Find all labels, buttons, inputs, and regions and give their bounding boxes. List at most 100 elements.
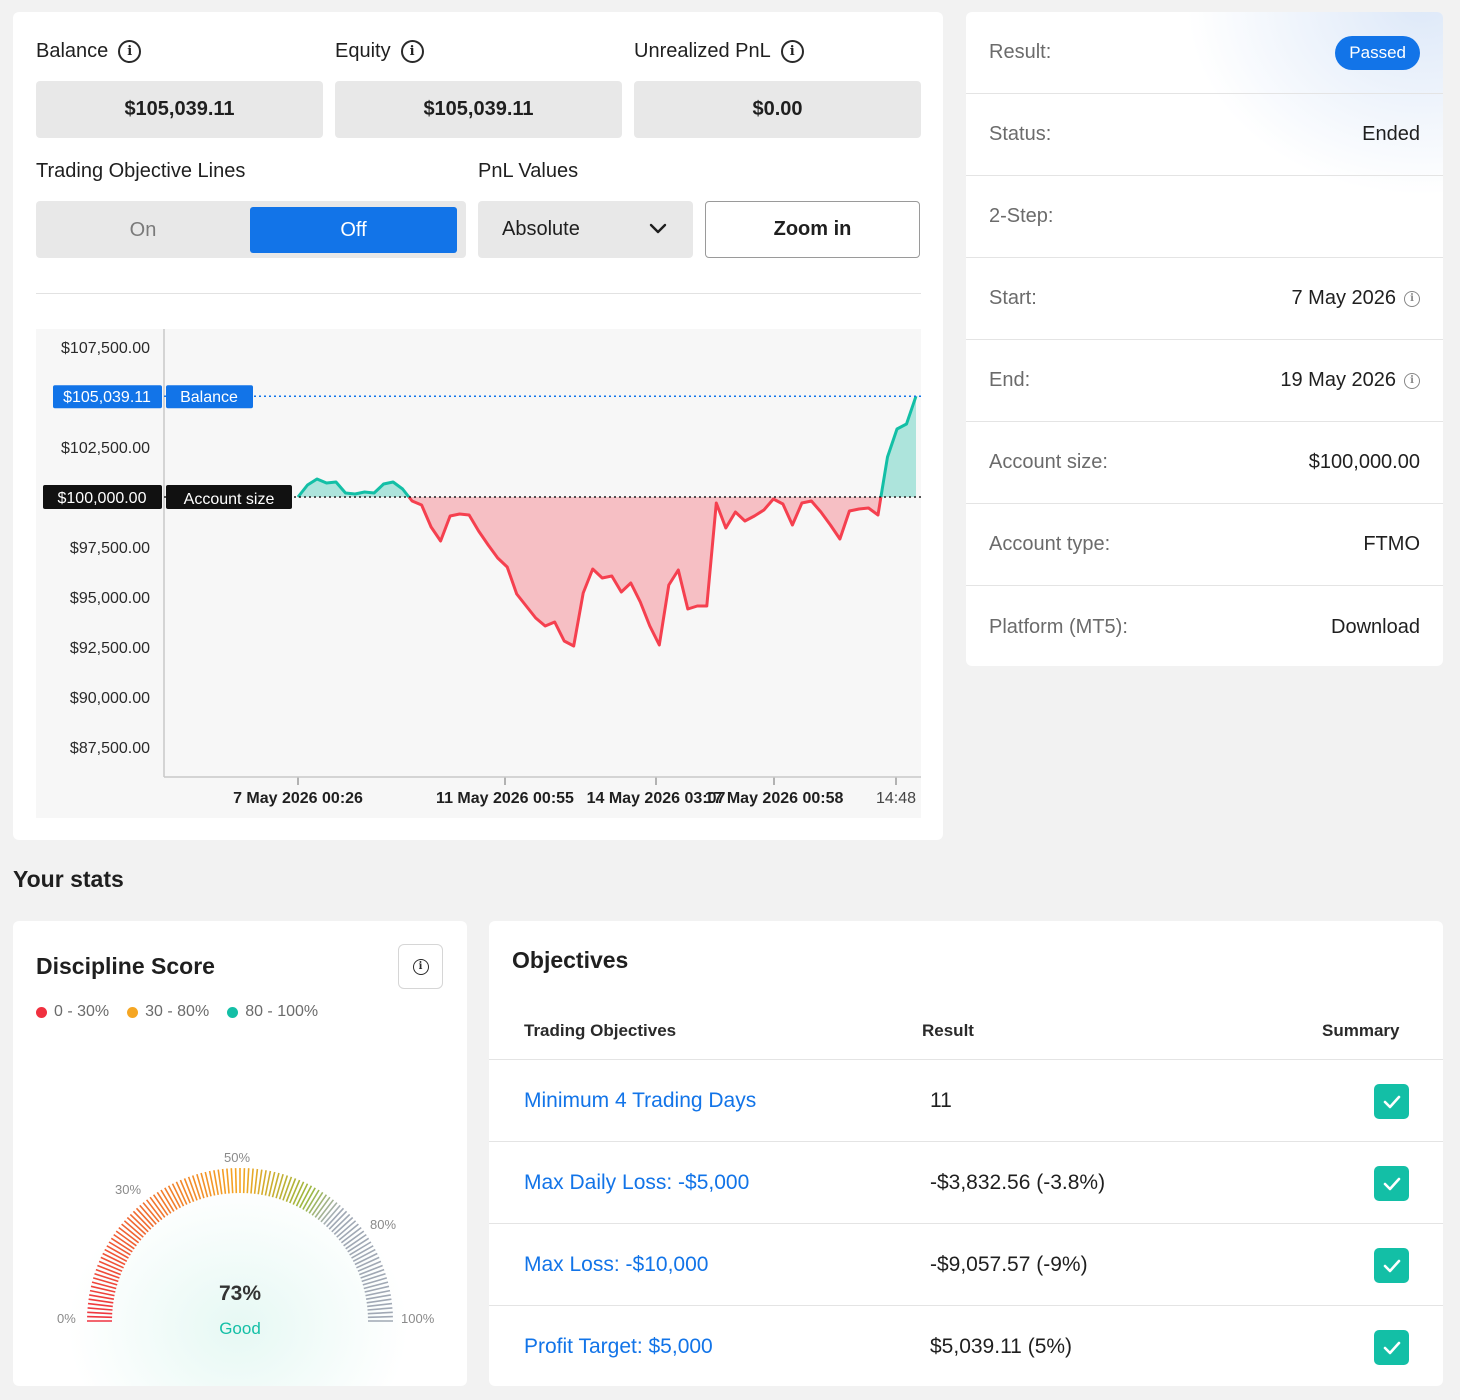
gauge-tick: [282, 1176, 293, 1201]
table-row: Max Daily Loss: -$5,000 -$3,832.56 (-3.8…: [489, 1141, 1443, 1223]
y-tick-label: $87,500.00: [70, 740, 150, 757]
discipline-info-button[interactable]: i: [398, 944, 443, 989]
balance-chart[interactable]: $107,500.00 $102,500.00 $97,500.00 $95,000.…: [36, 329, 921, 818]
gauge-tick: [360, 1268, 385, 1279]
gauge-tick: [250, 1168, 254, 1194]
gauge-tick: [213, 1170, 219, 1196]
start-row: Start: 7 May 2026 i: [966, 258, 1443, 340]
info-icon[interactable]: i: [118, 40, 142, 63]
balance-label-group: Balance i: [36, 40, 142, 63]
header-objectives: Trading Objectives: [524, 1021, 677, 1040]
gauge-tick: [191, 1175, 202, 1200]
gauge-tick: [95, 1268, 120, 1279]
gauge-tick: [87, 1307, 113, 1311]
objective-link[interactable]: Profit Target: $5,000: [524, 1306, 713, 1388]
toggle-off-button[interactable]: Off: [250, 207, 457, 253]
check-icon: [1374, 1330, 1409, 1365]
table-row: Profit Target: $5,000 $5,039.11 (5%): [489, 1305, 1443, 1387]
y-tick-label: $102,500.00: [61, 440, 150, 457]
gauge-tick: [246, 1168, 250, 1194]
gauge-tick: [187, 1176, 198, 1201]
y-tick-label: $107,500.00: [61, 340, 150, 357]
gauge-tick: [278, 1175, 289, 1200]
objective-link[interactable]: Max Loss: -$10,000: [524, 1224, 708, 1306]
score-rating: Good: [219, 1319, 261, 1338]
account-marker-name: Account size: [184, 491, 275, 508]
gauge-tick: [230, 1168, 234, 1194]
unrealized-label-group: Unrealized PnL i: [634, 40, 804, 63]
gauge-tick: [221, 1168, 227, 1194]
legend-mid-text: 30 - 80%: [145, 1003, 210, 1020]
table-row: Max Loss: -$10,000 -$9,057.57 (-9%): [489, 1223, 1443, 1305]
check-icon: [1374, 1166, 1409, 1201]
discipline-score-card: Discipline Score i 0 - 30% 30 - 80% 80 -…: [13, 921, 467, 1386]
legend-low-text: 0 - 30%: [54, 1003, 110, 1020]
legend-mid: 30 - 80%: [127, 1003, 209, 1021]
end-key: End:: [989, 369, 1031, 391]
chevron-down-icon: [649, 218, 667, 241]
end-value: 19 May 2026: [1280, 369, 1396, 391]
gauge-tick: [226, 1168, 230, 1194]
gauge-tick: [242, 1168, 246, 1194]
objective-lines-toggle: On Off: [36, 201, 466, 258]
gauge-tick: [183, 1178, 195, 1202]
objective-result: 11: [930, 1089, 952, 1112]
objective-result: $5,039.11 (5%): [930, 1335, 1073, 1358]
gauge-tick: [367, 1315, 393, 1319]
status-value: Ended: [1362, 123, 1420, 145]
toggle-on-button[interactable]: On: [40, 207, 246, 253]
gauge-tick: [367, 1307, 393, 1311]
info-icon: i: [412, 958, 429, 975]
zoom-in-button[interactable]: Zoom in: [705, 201, 920, 258]
pnl-values-label: PnL Values: [478, 160, 579, 182]
x-tick-label: 11 May 2026 00:55: [436, 790, 574, 807]
pnl-values-selected: Absolute: [502, 218, 580, 240]
x-tick-label: 14:48: [876, 790, 916, 807]
start-key: Start:: [989, 287, 1037, 309]
platform-download-link[interactable]: Download: [1331, 616, 1420, 639]
gauge-tick: [261, 1170, 267, 1196]
legend-high-text: 80 - 100%: [245, 1003, 319, 1020]
gauge-tick: [97, 1264, 121, 1276]
objective-result: -$9,057.57 (-9%): [930, 1253, 1088, 1276]
platform-key: Platform (MT5):: [989, 615, 1128, 638]
gauge-tick: [87, 1315, 113, 1319]
equity-value: $105,039.11: [335, 81, 622, 138]
end-row: End: 19 May 2026 i: [966, 340, 1443, 422]
balance-marker-value: $105,039.11: [63, 389, 151, 406]
y-tick-label: $97,500.00: [70, 540, 150, 557]
account-info-card: Result: Passed Status: Ended 2-Step: Sta…: [966, 12, 1443, 666]
gauge-tick: [253, 1168, 259, 1194]
balance-label: Balance: [36, 40, 109, 62]
account-chart-card: Balance i Equity i Unrealized PnL i $105…: [13, 12, 943, 840]
legend-dot-teal: [227, 1006, 239, 1018]
gauge-tick: [367, 1311, 393, 1315]
objective-link[interactable]: Max Daily Loss: -$5,000: [524, 1142, 749, 1224]
objective-lines-label: Trading Objective Lines: [36, 160, 246, 182]
pnl-values-select[interactable]: Absolute: [478, 201, 693, 258]
x-tick-label: 7 May 2026 00:26: [233, 790, 363, 807]
info-icon[interactable]: i: [400, 40, 424, 63]
info-icon[interactable]: i: [1404, 290, 1420, 307]
check-icon: [1374, 1084, 1409, 1119]
gauge-tick: [87, 1311, 113, 1315]
account-marker-value: $100,000.00: [58, 490, 147, 507]
start-value-group: 7 May 2026 i: [1291, 287, 1420, 310]
objective-link[interactable]: Minimum 4 Trading Days: [524, 1060, 756, 1142]
y-tick-label: $90,000.00: [70, 690, 150, 707]
two-step-row: 2-Step:: [966, 176, 1443, 258]
objective-result: -$3,832.56 (-3.8%): [930, 1171, 1106, 1194]
gauge-tick: [234, 1168, 238, 1194]
discipline-score-title: Discipline Score: [36, 953, 215, 979]
gauge-tick: [359, 1264, 383, 1276]
account-size-key: Account size:: [989, 451, 1108, 473]
objectives-card: Objectives Trading Objectives Result Sum…: [489, 921, 1443, 1386]
gauge-tick: [94, 1272, 119, 1283]
account-type-row: Account type: FTMO: [966, 504, 1443, 586]
result-key: Result:: [989, 41, 1052, 63]
info-icon[interactable]: i: [1404, 372, 1420, 389]
legend-high: 80 - 100%: [227, 1003, 318, 1021]
y-tick-label: $95,000.00: [70, 590, 150, 607]
info-icon[interactable]: i: [780, 40, 804, 63]
status-badge: Passed: [1335, 35, 1420, 70]
